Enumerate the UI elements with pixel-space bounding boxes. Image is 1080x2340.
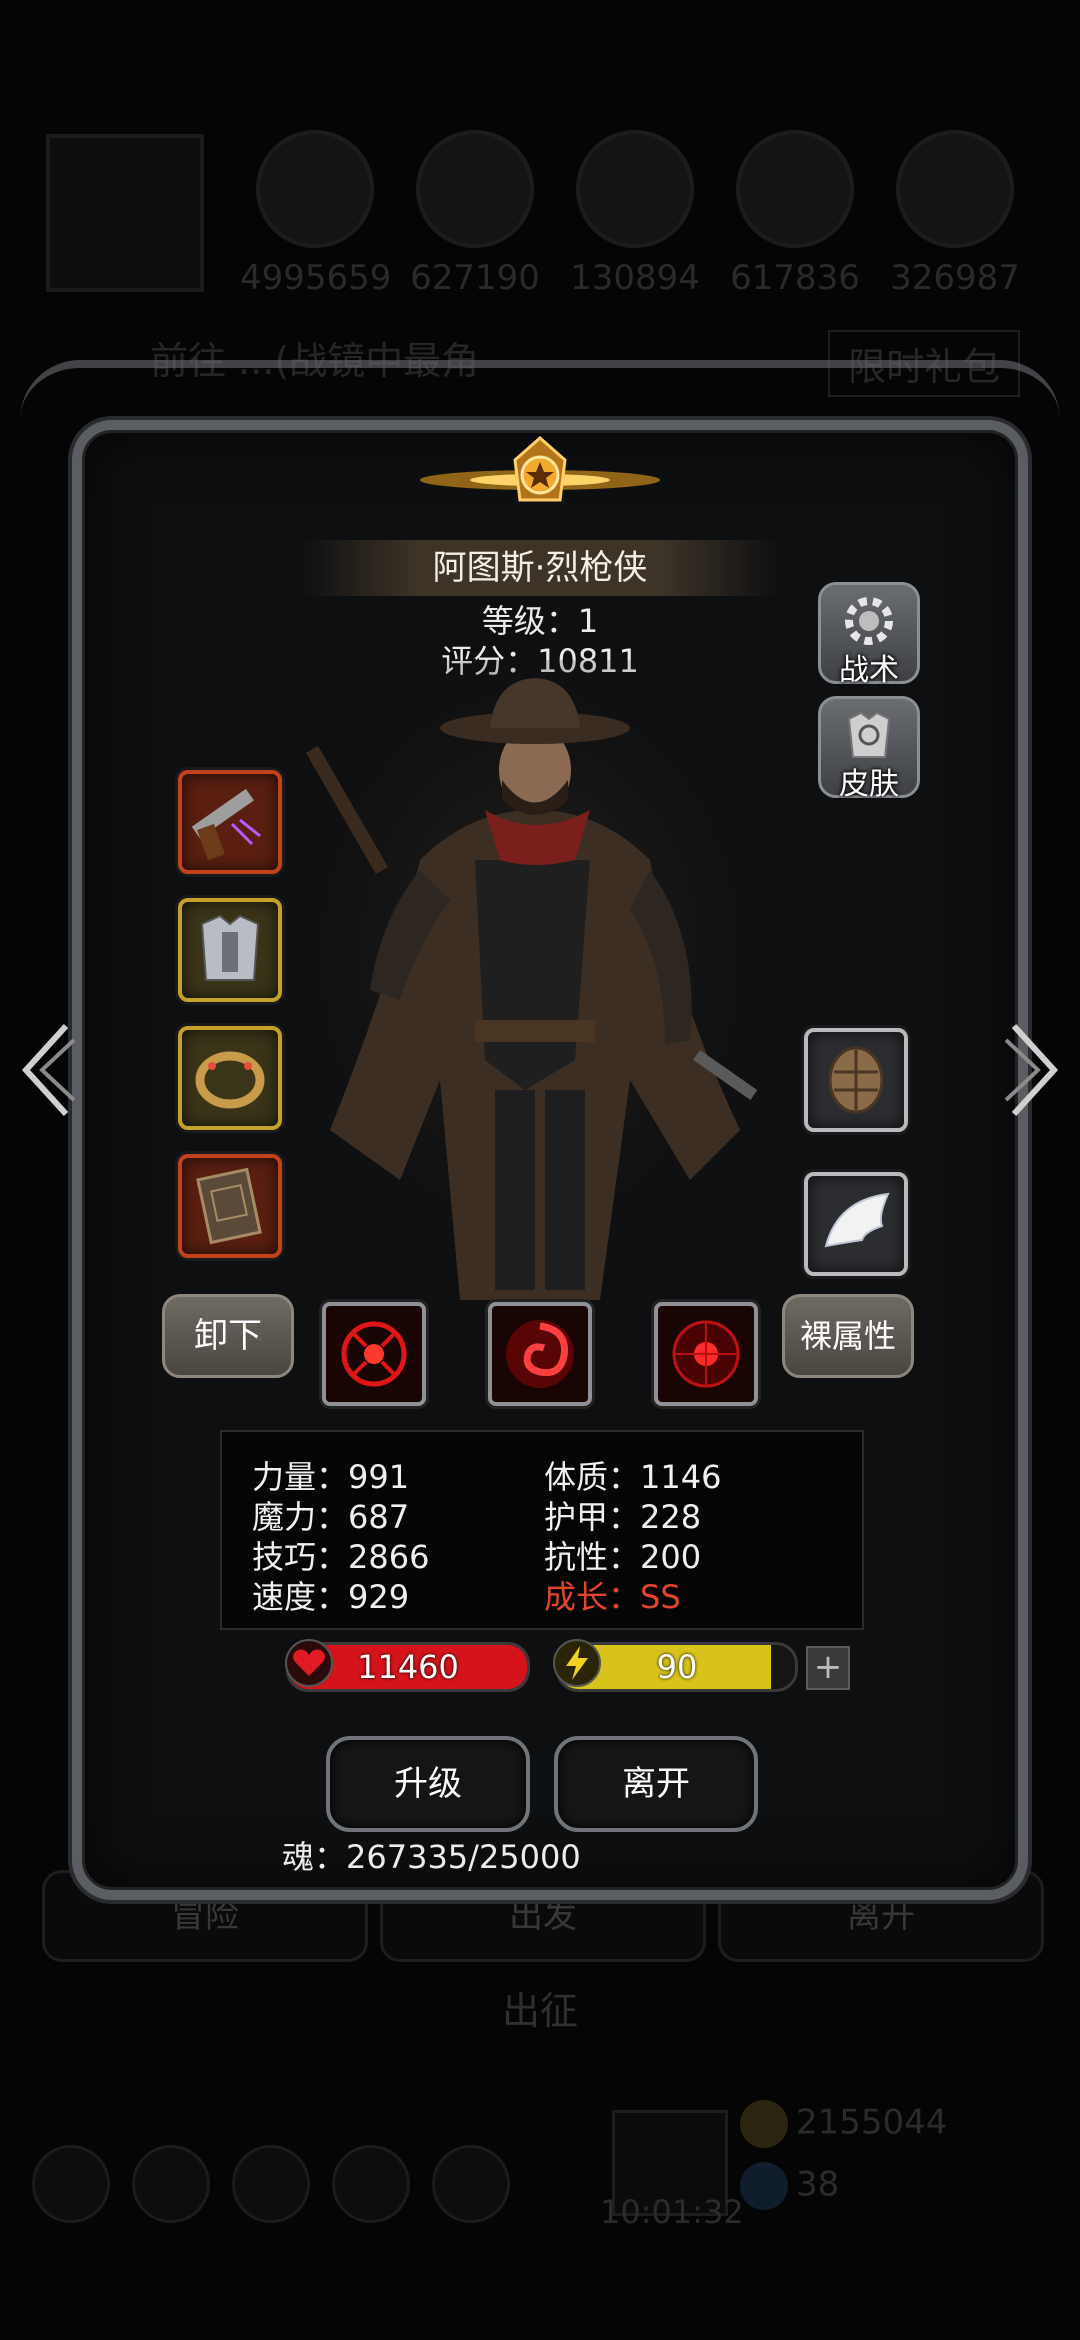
add-energy-button[interactable]: + — [806, 1646, 850, 1690]
pistol-icon — [191, 788, 261, 861]
relic-slot[interactable] — [804, 1028, 908, 1132]
unequip-button[interactable]: 卸下 — [162, 1294, 294, 1378]
stats-box: 力量：991 魔力：687 技巧：2866 速度：929 体质：1146 护甲：… — [220, 1430, 864, 1630]
crest-icon — [420, 436, 660, 502]
coin-icon — [740, 2100, 788, 2148]
heart-icon — [285, 1639, 333, 1687]
lightning-icon — [553, 1639, 601, 1687]
skill-slot-1[interactable] — [322, 1302, 426, 1406]
resource-iron: 130894 — [560, 130, 710, 298]
armor-skin-icon — [847, 711, 891, 758]
menu-icon — [132, 2145, 210, 2223]
skin-button[interactable]: 皮肤 — [818, 696, 920, 802]
vortex-skill-icon — [506, 1320, 574, 1388]
hero-name: 阿图斯·烈枪侠 — [300, 540, 780, 596]
resource-bar: 4995659 627190 130894 617836 326987 — [240, 130, 1060, 300]
resource-value: 617836 — [730, 258, 860, 298]
menu-icon — [32, 2145, 110, 2223]
iron-ore-icon — [576, 130, 694, 248]
menu-icon — [232, 2145, 310, 2223]
target-skill-icon — [341, 1321, 407, 1387]
chest-timer: 10:01:32 — [600, 2193, 744, 2231]
skill-slot-3[interactable] — [654, 1302, 758, 1406]
gold-ore-icon — [416, 130, 534, 248]
menu-icon — [432, 2145, 510, 2223]
upgrade-label: 升级 — [394, 1764, 462, 1804]
ring-icon — [195, 1051, 265, 1109]
wing-slot[interactable] — [804, 1172, 908, 1276]
next-hero-arrow[interactable] — [1004, 1020, 1064, 1120]
resource-value: 4995659 — [240, 258, 392, 298]
soul-counter: 魂：267335/25000 — [282, 1838, 581, 1876]
ring-slot[interactable] — [178, 1026, 282, 1130]
armor-slot[interactable] — [178, 898, 282, 1002]
stone-icon — [896, 130, 1014, 248]
currency-panel: 2155044 38 — [740, 2100, 1040, 2210]
crystal-icon — [736, 130, 854, 248]
gear-icon — [845, 597, 893, 645]
leave-label: 离开 — [847, 1896, 915, 1936]
depart-label: 出发 — [509, 1896, 577, 1936]
resource-stone: 326987 — [880, 130, 1030, 298]
resource-gold: 627190 — [400, 130, 550, 298]
weapon-slot[interactable] — [178, 770, 282, 874]
resource-copper: 4995659 — [240, 130, 392, 298]
crosshair-skill-icon — [672, 1320, 740, 1388]
book-slot[interactable] — [178, 1154, 282, 1258]
gem-count: 38 — [796, 2164, 840, 2205]
upgrade-button[interactable]: 升级 — [326, 1736, 530, 1832]
skin-label: 皮肤 — [839, 767, 899, 802]
menu-icon — [332, 2145, 410, 2223]
coin-count: 2155044 — [796, 2102, 948, 2143]
expedition-title: 出征 — [501, 1989, 578, 2033]
resource-value: 627190 — [410, 258, 540, 298]
tactics-button[interactable]: 战术 — [818, 582, 920, 688]
player-avatar — [46, 134, 204, 292]
previous-hero-arrow[interactable] — [16, 1020, 76, 1120]
resource-crystal: 617836 — [720, 130, 870, 298]
stat-growth: 成长：SS — [544, 1578, 681, 1616]
base-stats-label: 裸属性 — [799, 1317, 896, 1355]
armor-icon — [200, 914, 260, 981]
leave-button[interactable]: 离开 — [554, 1736, 758, 1832]
unequip-label: 卸下 — [194, 1316, 262, 1356]
tactics-label: 战术 — [839, 653, 899, 688]
shell-icon — [828, 1046, 884, 1114]
skill-slot-2[interactable] — [488, 1302, 592, 1406]
book-icon — [196, 1167, 262, 1245]
hero-portrait — [270, 660, 790, 1320]
adventure-label: 冒险 — [171, 1896, 239, 1936]
resource-value: 130894 — [570, 258, 700, 298]
leave-label: 离开 — [622, 1764, 690, 1804]
base-stats-button[interactable]: 裸属性 — [782, 1294, 914, 1378]
copper-ore-icon — [256, 130, 374, 248]
stat-speed: 速度：929 — [252, 1578, 410, 1616]
resource-value: 326987 — [890, 258, 1020, 298]
wing-icon — [824, 1192, 890, 1248]
gem-icon — [740, 2162, 788, 2210]
